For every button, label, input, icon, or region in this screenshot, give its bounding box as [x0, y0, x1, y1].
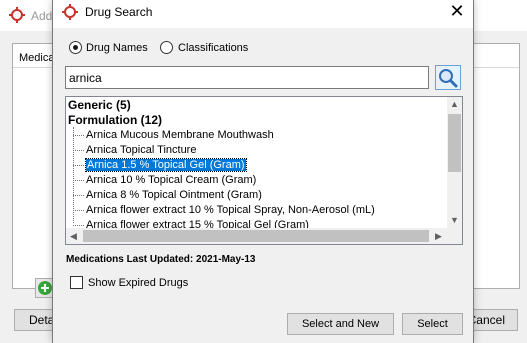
group-formulation[interactable]: Formulation (12)	[68, 113, 162, 128]
add-icon	[38, 281, 52, 295]
background-window-title: Add	[31, 9, 53, 23]
horizontal-scroll-thumb[interactable]	[83, 230, 429, 242]
app-logo-icon	[62, 4, 78, 20]
list-item[interactable]: Arnica 8 % Topical Ointment (Gram)	[73, 188, 262, 203]
app-logo-icon	[9, 7, 25, 23]
tree-connector	[73, 127, 74, 223]
drug-search-dialog: Drug Search ✕ Drug Names Classifications…	[52, 0, 474, 343]
search-icon	[439, 69, 458, 88]
scroll-right-arrow-icon[interactable]: ▶	[431, 228, 446, 244]
show-expired-label[interactable]: Show Expired Drugs	[88, 277, 188, 289]
select-button[interactable]: Select	[402, 313, 463, 335]
list-item[interactable]: Arnica Mucous Membrane Mouthwash	[73, 128, 274, 143]
select-and-new-button[interactable]: Select and New	[287, 313, 394, 335]
list-item[interactable]: Arnica 10 % Topical Cream (Gram)	[73, 173, 256, 188]
list-item-selected[interactable]: Arnica 1.5 % Topical Gel (Gram)	[73, 158, 247, 173]
radio-classifications[interactable]	[160, 41, 173, 54]
scroll-down-arrow-icon[interactable]: ▼	[447, 213, 462, 228]
show-expired-checkbox[interactable]	[70, 276, 83, 289]
close-icon[interactable]: ✕	[445, 1, 469, 21]
dialog-title: Drug Search	[85, 5, 153, 19]
scroll-left-arrow-icon[interactable]: ◀	[66, 228, 81, 244]
vertical-scroll-thumb[interactable]	[448, 114, 461, 172]
dialog-title-bar: Drug Search ✕	[53, 0, 473, 28]
scrollbar-corner	[447, 228, 462, 244]
radio-classifications-label[interactable]: Classifications	[178, 42, 248, 54]
radio-drug-names-label[interactable]: Drug Names	[86, 42, 148, 54]
medications-last-updated: Medications Last Updated: 2021-May-13	[66, 254, 256, 265]
vertical-scrollbar[interactable]: ▲ ▼	[447, 97, 462, 228]
search-input[interactable]	[65, 66, 429, 89]
horizontal-scrollbar[interactable]: ◀ ▶	[66, 228, 447, 244]
list-item[interactable]: Arnica Topical Tincture	[73, 143, 196, 158]
list-item[interactable]: Arnica flower extract 10 % Topical Spray…	[73, 203, 375, 218]
drug-results-tree[interactable]: Generic (5) Formulation (12) Arnica Muco…	[65, 96, 463, 245]
radio-drug-names[interactable]	[69, 41, 82, 54]
group-generic[interactable]: Generic (5)	[68, 98, 131, 113]
scroll-up-arrow-icon[interactable]: ▲	[447, 97, 462, 112]
search-button[interactable]	[435, 65, 461, 90]
background-column-label: Medica	[19, 52, 55, 64]
